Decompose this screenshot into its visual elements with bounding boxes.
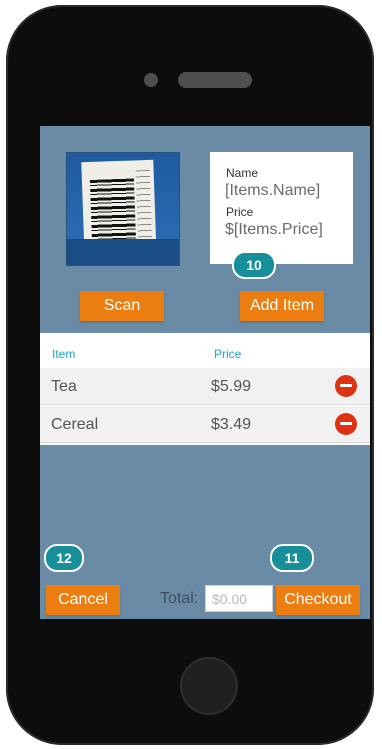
column-header-price: Price bbox=[214, 347, 242, 361]
speaker-icon bbox=[178, 72, 252, 88]
remove-icon[interactable] bbox=[335, 375, 357, 397]
price-value: $[Items.Price] bbox=[225, 221, 323, 238]
list-header: Item Price bbox=[40, 333, 370, 369]
barcode-image bbox=[66, 152, 180, 266]
item-list: Item Price Tea $5.99 Cereal $3.49 bbox=[40, 333, 370, 445]
item-price: $5.99 bbox=[211, 378, 252, 395]
price-label: Price bbox=[226, 205, 254, 219]
item-info-card: Name [Items.Name] Price $[Items.Price] bbox=[210, 152, 353, 264]
cancel-button[interactable]: Cancel bbox=[46, 585, 120, 615]
item-name: Cereal bbox=[51, 416, 99, 433]
add-item-button[interactable]: Add Item bbox=[240, 291, 324, 321]
step-badge-11: 11 bbox=[270, 544, 314, 572]
name-label: Name bbox=[226, 166, 259, 180]
step-badge-10: 10 bbox=[232, 251, 276, 279]
column-header-item: Item bbox=[52, 347, 76, 361]
phone-frame: Name [Items.Name] Price $[Items.Price] 1… bbox=[6, 5, 374, 745]
name-value: [Items.Name] bbox=[225, 182, 321, 199]
step-badge-12: 12 bbox=[44, 544, 84, 572]
home-button-icon[interactable] bbox=[180, 657, 238, 715]
photo-shadow bbox=[67, 239, 179, 265]
total-label: Total: bbox=[160, 590, 199, 607]
scan-button[interactable]: Scan bbox=[80, 291, 164, 321]
remove-icon[interactable] bbox=[335, 413, 357, 435]
item-name: Tea bbox=[51, 378, 77, 395]
list-item[interactable]: Tea $5.99 bbox=[40, 368, 370, 405]
app-screen: Name [Items.Name] Price $[Items.Price] 1… bbox=[40, 126, 370, 619]
total-field: $0.00 bbox=[205, 585, 273, 612]
list-item[interactable]: Cereal $3.49 bbox=[40, 406, 370, 443]
camera-icon bbox=[144, 73, 158, 87]
item-price: $3.49 bbox=[211, 416, 252, 433]
checkout-button[interactable]: Checkout bbox=[276, 585, 360, 615]
